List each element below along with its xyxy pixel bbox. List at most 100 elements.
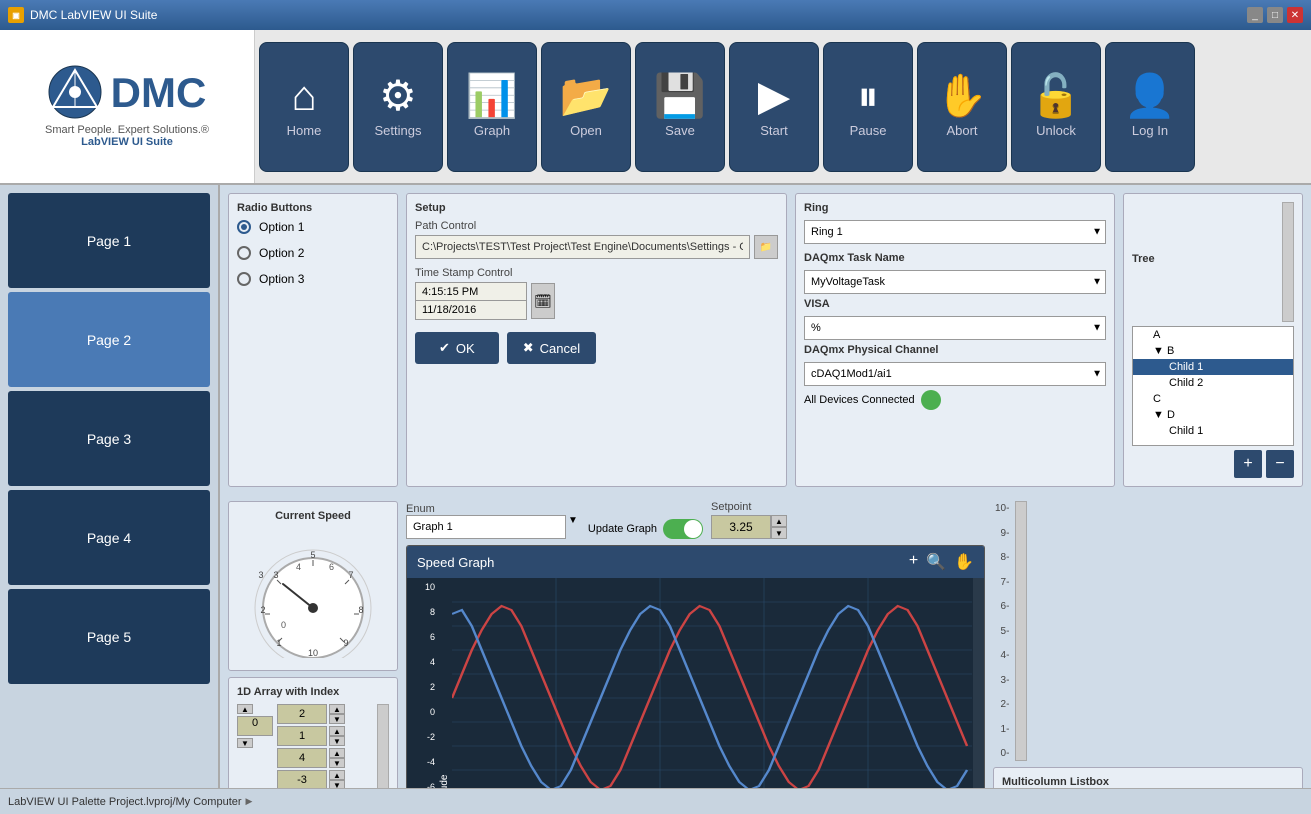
- array-val0-up[interactable]: ▲: [329, 704, 345, 714]
- array-val1-down[interactable]: ▼: [329, 736, 345, 746]
- cancel-button[interactable]: ✖ Cancel: [507, 332, 596, 364]
- tree-item-child1-d[interactable]: Child 1: [1133, 423, 1293, 439]
- speed-4: 4-: [995, 650, 1009, 661]
- toolbar-unlock-button[interactable]: 🔓 Unlock: [1011, 42, 1101, 172]
- tree-remove-button[interactable]: −: [1266, 450, 1294, 478]
- array-index-up[interactable]: ▲: [237, 704, 253, 714]
- visa-dropdown[interactable]: %: [804, 316, 1106, 340]
- array-val2-up[interactable]: ▲: [329, 748, 345, 758]
- speed-7: 7-: [995, 577, 1009, 588]
- radio-circle-3[interactable]: [237, 272, 251, 286]
- sidebar-item-page4[interactable]: Page 4: [8, 490, 210, 585]
- listbox-title: Multicolumn Listbox: [1002, 776, 1294, 788]
- setpoint-input[interactable]: [711, 515, 771, 539]
- array-index-down[interactable]: ▼: [237, 738, 253, 748]
- time-input[interactable]: [416, 283, 526, 301]
- setpoint-down[interactable]: ▼: [771, 527, 787, 539]
- array-val-2[interactable]: 4: [277, 748, 327, 768]
- radio-circle-2[interactable]: [237, 246, 251, 260]
- sidebar-page4-label: Page 4: [87, 530, 131, 546]
- tree-item-child1-b[interactable]: Child 1: [1133, 359, 1293, 375]
- radio-circle-1[interactable]: [237, 220, 251, 234]
- chart-zoom-icon[interactable]: 🔍: [926, 552, 946, 572]
- minimize-button[interactable]: _: [1247, 7, 1263, 23]
- calendar-button[interactable]: 🗓: [531, 283, 555, 319]
- chart-body: 10 8 6 4 2 0 -2 -4 -6 -8 Amplitude: [407, 578, 984, 788]
- tree-item-c[interactable]: C: [1133, 391, 1293, 407]
- path-input[interactable]: [415, 235, 750, 259]
- chart-add-icon[interactable]: +: [909, 552, 918, 572]
- left-column: Current Speed 5 7 8 9: [228, 501, 398, 788]
- daqmx-task-dropdown[interactable]: MyVoltageTask: [804, 270, 1106, 294]
- sidebar-item-page2[interactable]: Page 2: [8, 292, 210, 387]
- array-val3-up[interactable]: ▲: [329, 770, 345, 780]
- radio-group: Option 1 Option 2 Option 3: [237, 220, 389, 286]
- window-controls[interactable]: _ □ ✕: [1247, 7, 1303, 23]
- svg-text:4: 4: [296, 562, 301, 572]
- ok-button[interactable]: ✔ OK: [415, 332, 499, 364]
- tree-item-d[interactable]: ▼ D: [1133, 407, 1293, 423]
- app-icon: ▣: [8, 7, 24, 23]
- y-label-n6: -6: [409, 782, 435, 788]
- radio-option2[interactable]: Option 2: [237, 246, 389, 260]
- timestamp-row: Time Stamp Control 🗓: [415, 267, 778, 320]
- daqmx-channel-dropdown[interactable]: cDAQ1Mod1/ai1: [804, 362, 1106, 386]
- y-label-6: 6: [409, 632, 435, 642]
- enum-section: Enum Graph 1 ▼: [406, 503, 580, 539]
- toolbar-abort-button[interactable]: ✋ Abort: [917, 42, 1007, 172]
- save-icon: 💾: [654, 75, 706, 117]
- toolbar-graph-button[interactable]: 📊 Graph: [447, 42, 537, 172]
- array-val3-down[interactable]: ▼: [329, 780, 345, 788]
- array-val-1[interactable]: 1: [277, 726, 327, 746]
- maximize-button[interactable]: □: [1267, 7, 1283, 23]
- toolbar-pause-button[interactable]: ⏸ Pause: [823, 42, 913, 172]
- date-input[interactable]: [416, 301, 526, 319]
- chart-pan-icon[interactable]: ✋: [954, 552, 974, 572]
- setpoint-up[interactable]: ▲: [771, 515, 787, 527]
- ok-label: OK: [456, 341, 475, 356]
- gauge-svg: 5 7 8 9 10 3 2 1 3: [241, 528, 386, 658]
- tree-scrollbar[interactable]: [1282, 202, 1294, 322]
- y-label-8: 8: [409, 607, 435, 617]
- tree-item-a[interactable]: A: [1133, 327, 1293, 343]
- speed-scrollbar[interactable]: [1015, 501, 1027, 761]
- update-graph-toggle[interactable]: [663, 519, 703, 539]
- tree-item-b[interactable]: ▼ B: [1133, 343, 1293, 359]
- sidebar-item-page3[interactable]: Page 3: [8, 391, 210, 486]
- toolbar-start-button[interactable]: ▶ Start: [729, 42, 819, 172]
- array-val-0[interactable]: 2: [277, 704, 327, 724]
- gauge-wrap: 5 7 8 9 10 3 2 1 3: [237, 528, 389, 658]
- radio-panel-title: Radio Buttons: [237, 202, 389, 214]
- toolbar-settings-button[interactable]: ⚙ Settings: [353, 42, 443, 172]
- radio-option3[interactable]: Option 3: [237, 272, 389, 286]
- svg-text:6: 6: [329, 562, 334, 572]
- array-panel: 1D Array with Index ▲ 0 ▼ 2 ▲: [228, 677, 398, 788]
- sidebar-item-page1[interactable]: Page 1: [8, 193, 210, 288]
- enum-label: Enum: [406, 503, 580, 515]
- radio-option1-label: Option 1: [259, 220, 304, 234]
- y-label-n4: -4: [409, 757, 435, 767]
- close-button[interactable]: ✕: [1287, 7, 1303, 23]
- toolbar-login-button[interactable]: 👤 Log In: [1105, 42, 1195, 172]
- ring-dropdown[interactable]: Ring 1: [804, 220, 1106, 244]
- sidebar-page5-label: Page 5: [87, 629, 131, 645]
- tree-item-child2-b[interactable]: Child 2: [1133, 375, 1293, 391]
- array-val-3[interactable]: -3: [277, 770, 327, 788]
- abort-icon: ✋: [936, 75, 988, 117]
- array-val0-down[interactable]: ▼: [329, 714, 345, 724]
- array-val2-down[interactable]: ▼: [329, 758, 345, 768]
- tree-add-button[interactable]: +: [1234, 450, 1262, 478]
- toolbar-save-button[interactable]: 💾 Save: [635, 42, 725, 172]
- chart-tools[interactable]: + 🔍 ✋: [909, 552, 974, 572]
- radio-option1[interactable]: Option 1: [237, 220, 389, 234]
- toolbar-open-button[interactable]: 📂 Open: [541, 42, 631, 172]
- array-val1-up[interactable]: ▲: [329, 726, 345, 736]
- toolbar-home-button[interactable]: ⌂ Home: [259, 42, 349, 172]
- array-index-value[interactable]: 0: [237, 716, 273, 736]
- sidebar-item-page5[interactable]: Page 5: [8, 589, 210, 684]
- chart-scrollbar[interactable]: [972, 578, 984, 788]
- enum-select[interactable]: Graph 1: [406, 515, 566, 539]
- browse-button[interactable]: 📁: [754, 235, 778, 259]
- logo-area: DMC Smart People. Expert Solutions.® Lab…: [0, 30, 255, 183]
- array-scrollbar[interactable]: [377, 704, 389, 788]
